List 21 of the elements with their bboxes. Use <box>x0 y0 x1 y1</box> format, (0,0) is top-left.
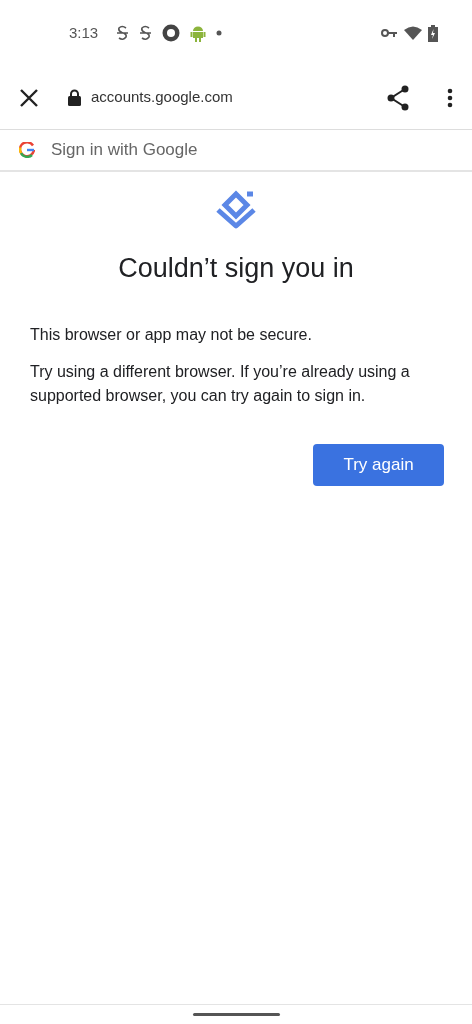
lock-icon <box>68 89 81 106</box>
page-title: Sign in with Google <box>51 139 198 162</box>
try-again-button[interactable]: Try again <box>313 443 444 486</box>
more-options-button[interactable] <box>446 87 454 108</box>
dot-icon <box>216 30 223 36</box>
wifi-icon <box>404 26 422 40</box>
circle-app-icon <box>162 24 181 42</box>
google-g-icon <box>19 142 35 158</box>
share-button[interactable] <box>386 84 410 111</box>
logo-icon <box>214 188 258 230</box>
status-time: 3:13 <box>69 22 99 43</box>
message-text: Try using a different browser. If you’re already using a supported browser, you can try again to sign in. <box>30 361 411 406</box>
message-text: This browser or app may not be secure. <box>30 324 313 345</box>
heading: Couldn’t sign you in <box>118 252 354 285</box>
s-letter-icon <box>139 25 153 41</box>
battery-icon <box>428 24 438 42</box>
s-letter-icon <box>116 25 130 41</box>
close-button[interactable] <box>18 86 40 109</box>
url-text: accounts.google.com <box>91 87 233 108</box>
key-icon <box>381 28 398 38</box>
android-icon <box>190 24 207 42</box>
